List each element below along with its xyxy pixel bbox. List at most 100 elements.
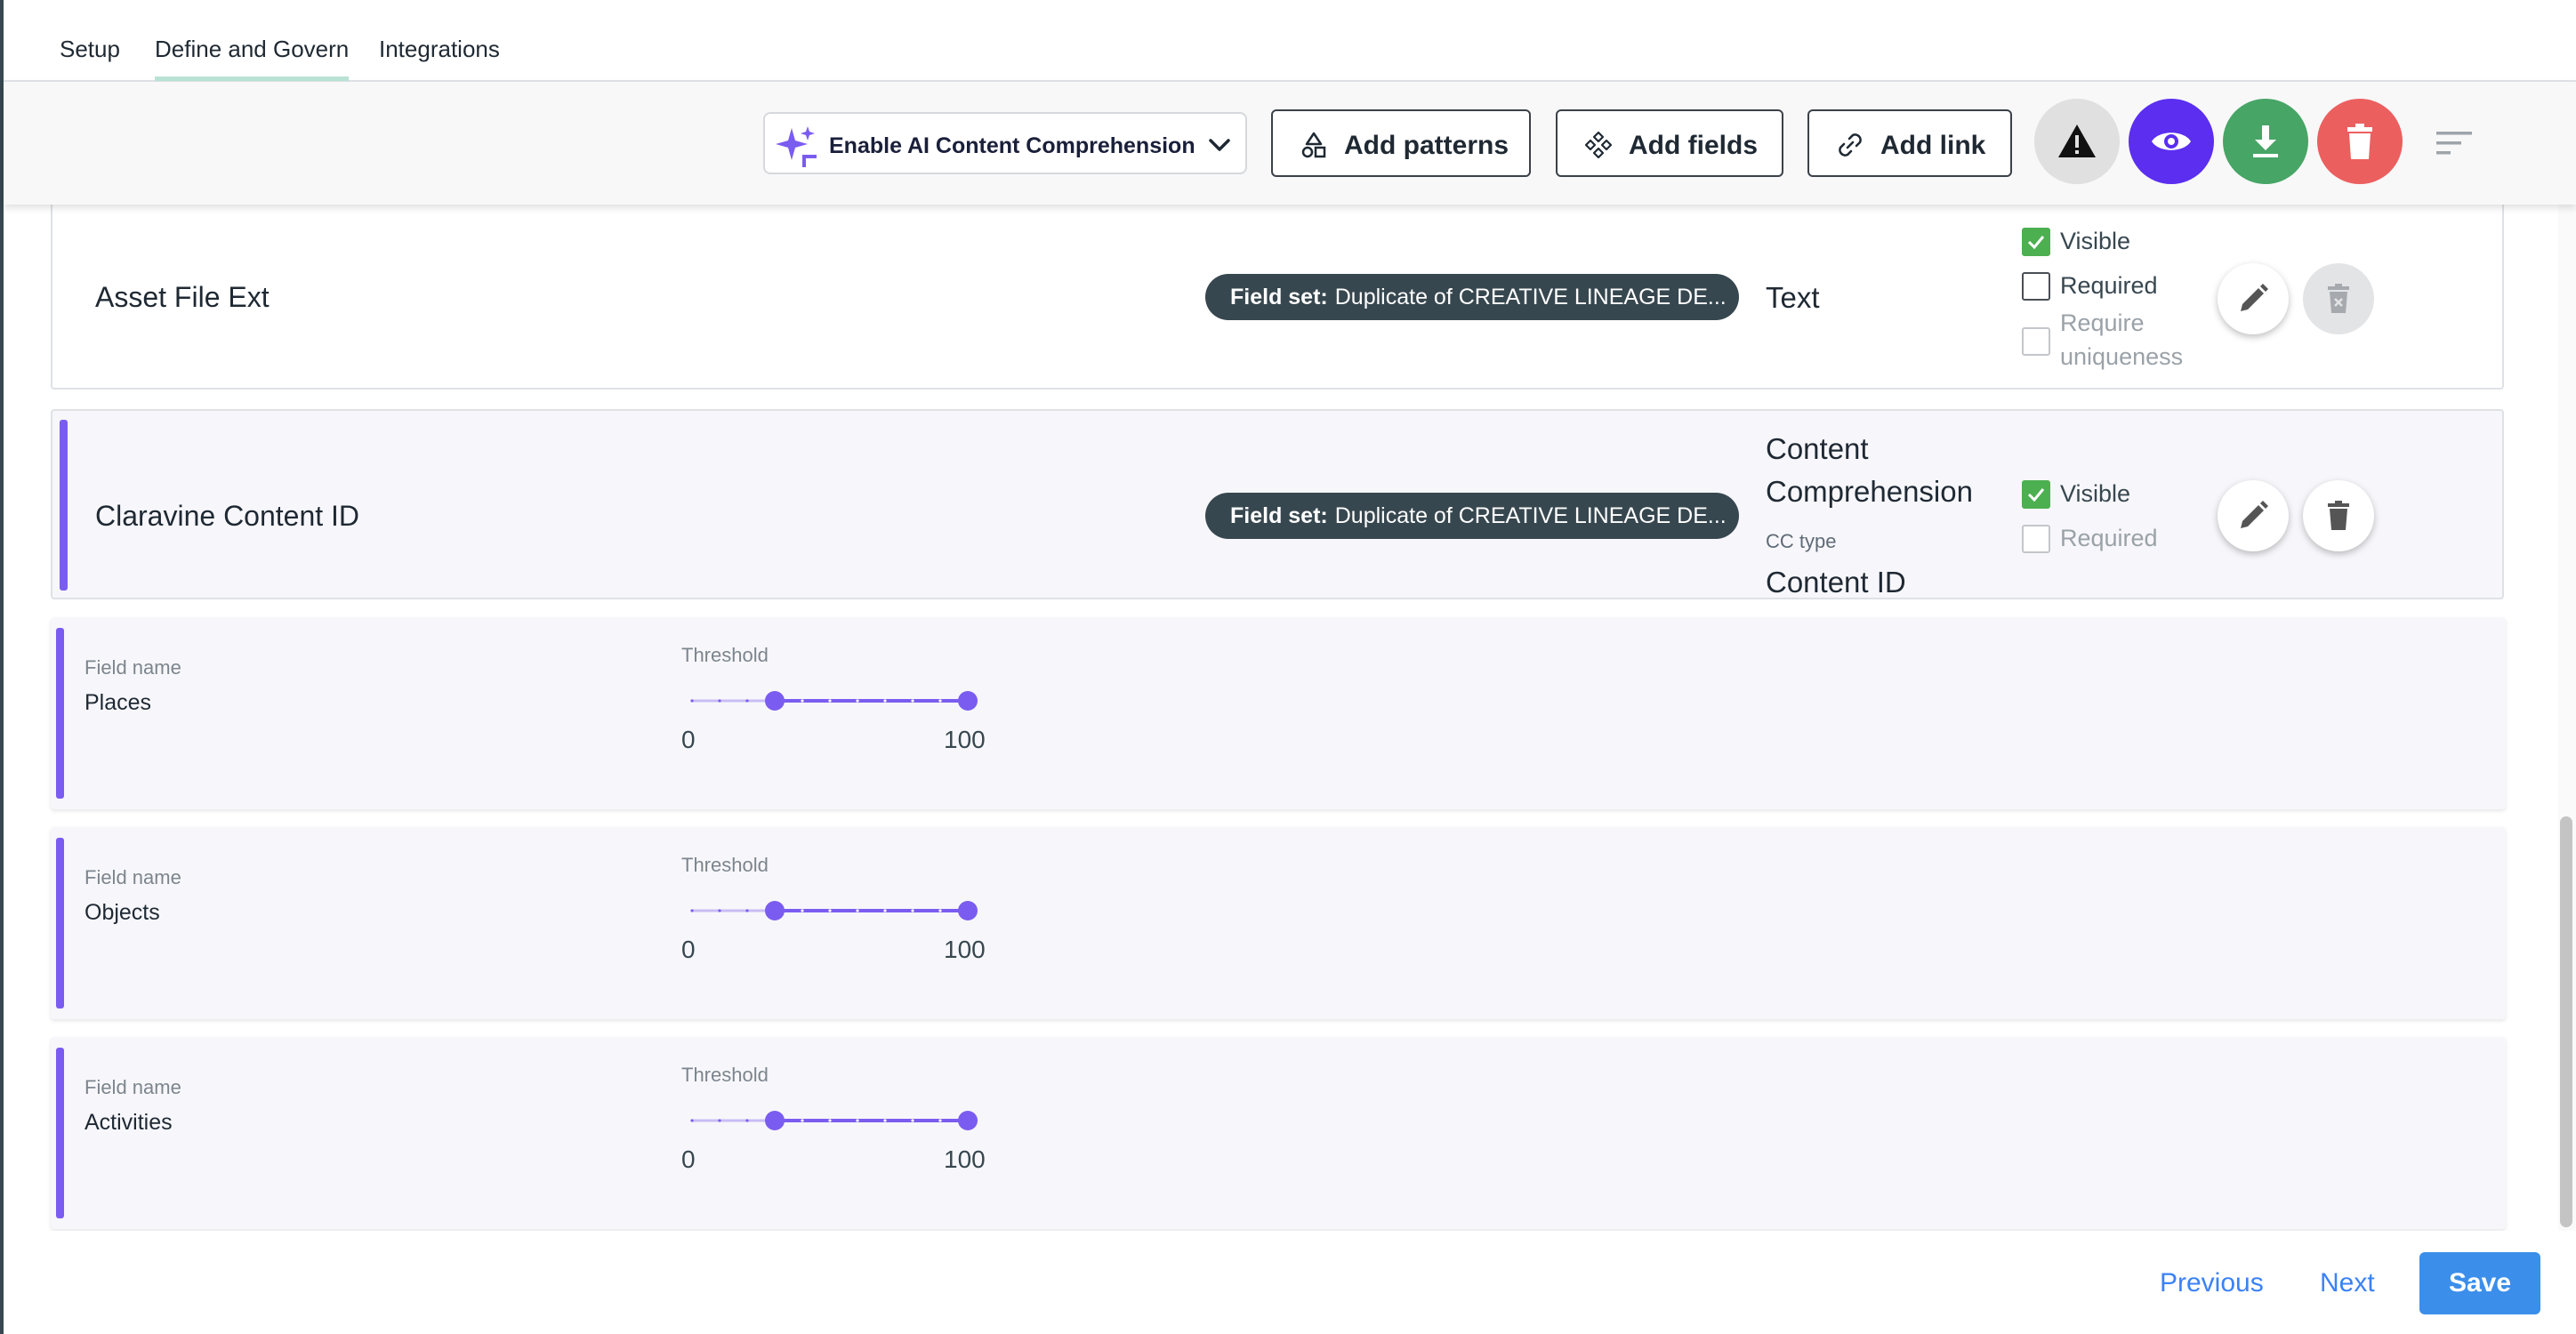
field-name: Asset File Ext: [95, 281, 270, 313]
required-label: Required: [2060, 272, 2158, 299]
chevron-down-icon: [1209, 139, 1230, 151]
cc-type-value: Content ID: [1766, 566, 1906, 599]
slider-tick: [718, 699, 721, 703]
add-link-label: Add link: [1880, 131, 1986, 160]
slider-tick: [690, 1119, 694, 1122]
threshold-slider[interactable]: [683, 683, 986, 719]
field-type: Text: [1766, 281, 1820, 314]
previous-button[interactable]: Previous: [2160, 1268, 2264, 1298]
slider-tick: [828, 699, 832, 703]
field-set-prefix: Field set:: [1230, 503, 1328, 528]
accent-bar: [56, 838, 64, 1009]
require-uniqueness-checkbox[interactable]: [2022, 327, 2050, 356]
eye-icon: [2152, 133, 2191, 150]
sort-icon[interactable]: [2433, 130, 2475, 157]
add-fields-button[interactable]: Add fields: [1556, 109, 1783, 177]
slider-tick: [828, 1119, 832, 1122]
visible-checkbox[interactable]: [2022, 480, 2050, 509]
threshold-label: Threshold: [681, 854, 769, 876]
visible-label: Visible: [2060, 480, 2131, 507]
delete-field-button[interactable]: [2303, 480, 2374, 551]
slider-tick: [828, 909, 832, 912]
field-row-asset-file-ext: Asset File Ext Field set: Duplicate of CR…: [51, 201, 2504, 390]
delete-all-button[interactable]: [2317, 99, 2403, 184]
field-name-value: Objects: [85, 900, 160, 925]
slider-tick: [856, 909, 859, 912]
require-uniqueness-label-line1: Require: [2060, 309, 2145, 336]
field-name-label: Field name: [85, 656, 181, 679]
check-icon: [2027, 236, 2045, 250]
field-name-value: Activities: [85, 1110, 173, 1135]
next-button[interactable]: Next: [2320, 1268, 2375, 1298]
slider-tick: [938, 909, 942, 912]
slider-tick: [690, 909, 694, 912]
tab-setup[interactable]: Setup: [60, 36, 120, 63]
field-type-line2: Comprehension: [1766, 475, 1973, 508]
slider-tick: [911, 909, 914, 912]
required-checkbox[interactable]: [2022, 272, 2050, 301]
pencil-icon: [2241, 501, 2268, 528]
scrollbar-thumb[interactable]: [2560, 816, 2572, 1227]
threshold-label: Threshold: [681, 1064, 769, 1086]
required-label: Required: [2060, 525, 2158, 551]
require-uniqueness-label-line2: uniqueness: [2060, 343, 2184, 370]
field-type-line1: Content: [1766, 432, 1869, 465]
slider-thumb-low[interactable]: [765, 691, 785, 711]
threshold-slider[interactable]: [683, 1103, 986, 1138]
sub-field-row-activities: Field name Activities Threshold 0 100: [51, 1037, 2506, 1229]
slider-tick: [883, 1119, 887, 1122]
field-name-label: Field name: [85, 1076, 181, 1098]
shapes-icon: [1301, 132, 1326, 158]
ai-content-comprehension-select[interactable]: Enable AI Content Comprehension: [763, 112, 1247, 174]
field-set-value: Duplicate of CREATIVE LINEAGE DE...: [1334, 285, 1727, 309]
preview-button[interactable]: [2129, 99, 2214, 184]
save-button[interactable]: Save: [2419, 1252, 2540, 1314]
slider-thumb-high[interactable]: [958, 901, 978, 920]
download-icon: [2253, 125, 2278, 157]
pencil-icon: [2241, 284, 2268, 311]
sub-field-row-places: Field name Places Threshold 0 100: [51, 617, 2506, 809]
download-button[interactable]: [2223, 99, 2308, 184]
sub-field-row-objects: Field name Objects Threshold 0 100: [51, 827, 2506, 1019]
warning-icon: [2058, 125, 2096, 157]
slider-tick: [801, 1119, 804, 1122]
threshold-label: Threshold: [681, 644, 769, 666]
required-checkbox[interactable]: [2022, 525, 2050, 553]
slider-tick: [911, 699, 914, 703]
slider-tick: [938, 699, 942, 703]
warnings-button[interactable]: [2034, 99, 2120, 184]
slider-tick: [718, 1119, 721, 1122]
add-link-button[interactable]: Add link: [1807, 109, 2012, 177]
visible-checkbox[interactable]: [2022, 228, 2050, 256]
tab-define-and-govern[interactable]: Define and Govern: [155, 36, 350, 81]
visible-label: Visible: [2060, 228, 2131, 254]
add-fields-label: Add fields: [1629, 131, 1759, 160]
slider-tick: [745, 909, 749, 912]
field-set-value: Duplicate of CREATIVE LINEAGE DE...: [1334, 503, 1727, 528]
slider-thumb-low[interactable]: [765, 1111, 785, 1130]
edit-field-button[interactable]: [2218, 480, 2289, 551]
threshold-min: 0: [681, 936, 696, 963]
add-patterns-button[interactable]: Add patterns: [1271, 109, 1531, 177]
ai-select-label: Enable AI Content Comprehension: [829, 133, 1195, 158]
field-set-prefix: Field set:: [1230, 285, 1328, 309]
tab-integrations[interactable]: Integrations: [379, 36, 500, 63]
delete-field-button[interactable]: [2303, 263, 2374, 334]
diamonds-icon: [1584, 131, 1613, 159]
slider-tick: [801, 909, 804, 912]
slider-thumb-low[interactable]: [765, 901, 785, 920]
slider-tick: [718, 909, 721, 912]
threshold-max: 100: [944, 726, 986, 753]
trash-icon: [2328, 501, 2349, 530]
accent-bar: [60, 420, 68, 591]
tab-bar: Setup Define and Govern Integrations: [4, 0, 2576, 82]
footer-bar: Previous Next Save: [4, 1231, 2576, 1334]
add-patterns-label: Add patterns: [1344, 131, 1509, 160]
edit-field-button[interactable]: [2218, 263, 2289, 334]
threshold-slider[interactable]: [683, 893, 986, 928]
slider-tick: [745, 1119, 749, 1122]
field-set-badge: Field set: Duplicate of CREATIVE LINEAGE …: [1205, 274, 1739, 320]
accent-bar: [56, 1048, 64, 1218]
slider-thumb-high[interactable]: [958, 691, 978, 711]
slider-thumb-high[interactable]: [958, 1111, 978, 1130]
